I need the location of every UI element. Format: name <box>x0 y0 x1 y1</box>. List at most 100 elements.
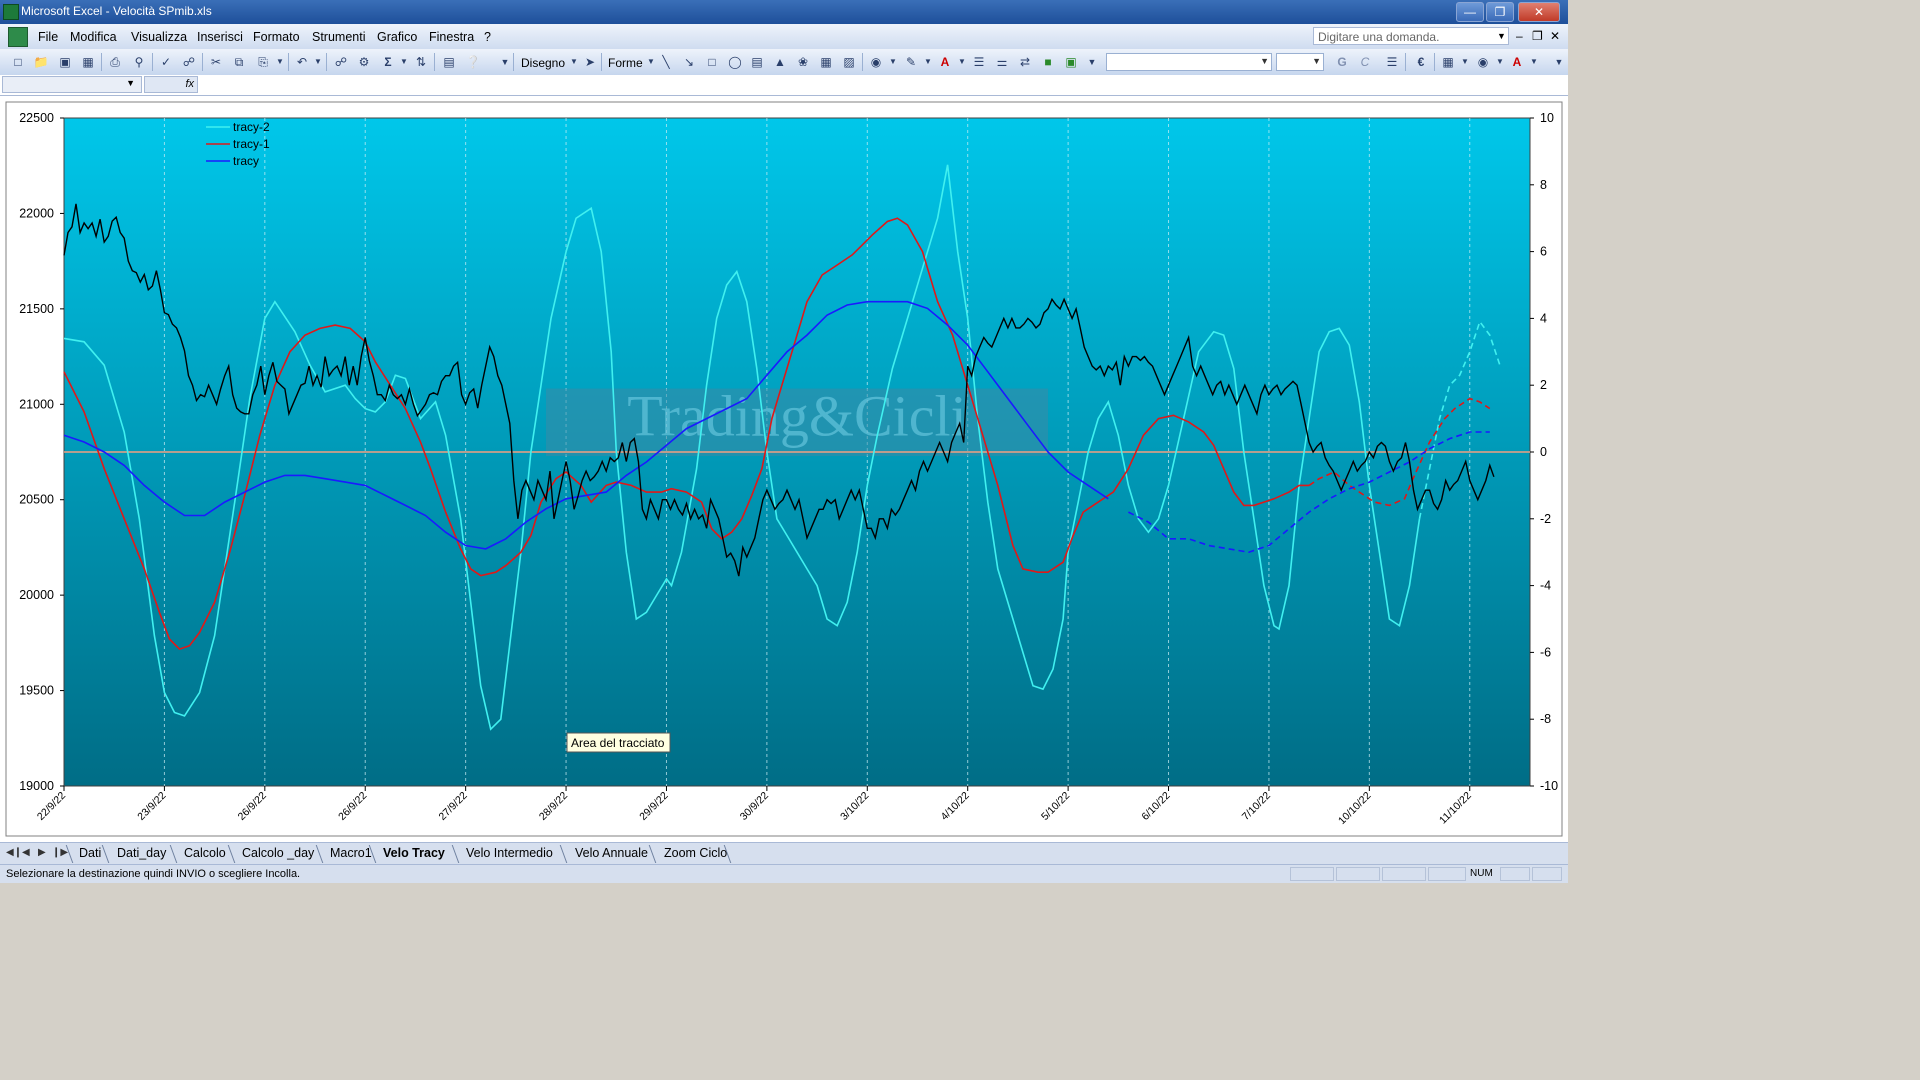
autoshapes-menu-button[interactable]: Forme <box>608 56 643 70</box>
borders-icon[interactable]: ▦ <box>1440 54 1456 70</box>
menu-finestra[interactable]: Finestra <box>429 30 474 44</box>
cell-fill-color-dropdown-icon[interactable]: ▼ <box>1492 54 1508 70</box>
sheet-tab-velo-tracy[interactable]: Velo Tracy <box>383 846 445 860</box>
print-preview-icon[interactable]: ⚲ <box>131 54 147 70</box>
menu-inserisci[interactable]: Inserisci <box>197 30 243 44</box>
undo-icon[interactable]: ↶ <box>294 54 310 70</box>
sort-icon[interactable]: ⇅ <box>413 54 429 70</box>
next-sheet-icon[interactable]: ▶ <box>38 847 46 858</box>
align-center-icon[interactable]: ☰ <box>1384 54 1400 70</box>
ask-dropdown-icon[interactable]: ▼ <box>1497 31 1506 41</box>
menu-visualizza[interactable]: Visualizza <box>131 30 187 44</box>
arrow-tool-icon[interactable]: ↘ <box>681 54 697 70</box>
y-left-tick-label: 19500 <box>19 684 54 698</box>
draw-font-color-icon[interactable]: A <box>937 54 953 70</box>
shapes-dropdown-icon[interactable]: ▼ <box>643 54 659 70</box>
picture-icon[interactable]: ▨ <box>841 54 857 70</box>
hyperlink-icon[interactable]: ☍ <box>333 54 349 70</box>
sheet-tab-dati[interactable]: Dati <box>79 846 101 860</box>
euro-button[interactable]: € <box>1413 54 1429 70</box>
paste-icon[interactable]: ⎘ <box>255 54 271 70</box>
sheet-tab-velo-intermedio[interactable]: Velo Intermedio <box>466 846 553 860</box>
line-tool-icon[interactable]: ╲ <box>658 54 674 70</box>
chart-icon[interactable]: ▤ <box>441 54 457 70</box>
line-style-icon[interactable]: ☰ <box>971 54 987 70</box>
diagram-icon[interactable]: ❀ <box>795 54 811 70</box>
menu-file[interactable]: File <box>38 30 58 44</box>
italic-button[interactable]: C <box>1357 54 1373 70</box>
insert-function-button[interactable]: fx <box>144 76 198 93</box>
oval-tool-icon[interactable]: ◯ <box>727 54 743 70</box>
print-icon[interactable]: ⎙ <box>107 54 123 70</box>
permission-icon[interactable]: ▦ <box>80 54 96 70</box>
line-color-dropdown-icon[interactable]: ▼ <box>920 54 936 70</box>
font-color-dropdown-icon[interactable]: ▼ <box>1526 54 1542 70</box>
rectangle-tool-icon[interactable]: □ <box>704 54 720 70</box>
sheet-tab-calcolo[interactable]: Calcolo <box>184 846 226 860</box>
legend-label: tracy <box>233 154 259 168</box>
dash-style-icon[interactable]: ⚌ <box>994 54 1010 70</box>
new-icon[interactable]: □ <box>10 54 26 70</box>
prev-sheet-icon[interactable]: ◀ <box>22 847 30 858</box>
research-icon[interactable]: ☍ <box>181 54 197 70</box>
maximize-button[interactable]: ❐ <box>1486 2 1514 22</box>
textbox-tool-icon[interactable]: ▤ <box>749 54 765 70</box>
menu-help[interactable]: ? <box>484 30 491 44</box>
font-size-combo[interactable]: ▼ <box>1276 53 1324 71</box>
font-name-combo[interactable]: ▼ <box>1106 53 1272 71</box>
help-icon[interactable]: ❔ <box>465 54 481 70</box>
wordart-icon[interactable]: ▲ <box>772 54 788 70</box>
menu-strumenti[interactable]: Strumenti <box>312 30 366 44</box>
menu-formato[interactable]: Formato <box>253 30 300 44</box>
shadow-style-icon[interactable]: ■ <box>1040 54 1056 70</box>
draw-dropdown-icon[interactable]: ▼ <box>566 54 582 70</box>
legend-label: tracy-2 <box>233 120 270 134</box>
doc-minimize-icon[interactable]: – <box>1516 29 1523 43</box>
chart-svg[interactable]: 22/9/22 23/9/22 26/9/22 26/9/22 27/9/22 28/9/… <box>0 96 1568 842</box>
bold-button[interactable]: G <box>1334 54 1350 70</box>
chart-sheet[interactable]: 22/9/22 23/9/22 26/9/22 26/9/22 27/9/22 28/9/… <box>0 96 1568 842</box>
draw-menu-button[interactable]: Disegno <box>521 56 565 70</box>
cell-fill-color-icon[interactable]: ◉ <box>1475 54 1491 70</box>
close-button[interactable]: ✕ <box>1518 2 1560 22</box>
select-objects-icon[interactable]: ➤ <box>582 54 598 70</box>
last-sheet-icon[interactable]: ❙▶ <box>52 847 68 858</box>
3d-style-icon[interactable]: ▣ <box>1063 54 1079 70</box>
paste-dropdown-icon[interactable]: ▼ <box>272 54 288 70</box>
doc-restore-icon[interactable]: ❐ <box>1532 29 1543 43</box>
clipart-icon[interactable]: ▦ <box>818 54 834 70</box>
line-color-icon[interactable]: ✎ <box>903 54 919 70</box>
autosum-dropdown-icon[interactable]: ▼ <box>396 54 412 70</box>
toolbar-options-icon[interactable]: ▼ <box>497 54 513 70</box>
first-sheet-icon[interactable]: ◀❙ <box>6 847 22 858</box>
name-box[interactable]: ▼ <box>2 76 142 93</box>
doc-close-icon[interactable]: ✕ <box>1550 29 1560 43</box>
format-toolbar-options-icon[interactable]: ▼ <box>1551 54 1567 70</box>
draw-font-color-dropdown-icon[interactable]: ▼ <box>954 54 970 70</box>
font-color-icon[interactable]: A <box>1509 54 1525 70</box>
menu-grafico[interactable]: Grafico <box>377 30 417 44</box>
autosum-icon[interactable]: Σ <box>380 54 396 70</box>
fill-color-icon[interactable]: ◉ <box>868 54 884 70</box>
sheet-tab-dati-day[interactable]: Dati_day <box>117 846 166 860</box>
open-icon[interactable]: 📁 <box>33 54 49 70</box>
copy-icon[interactable]: ⧉ <box>231 54 247 70</box>
sheet-tab-macro1[interactable]: Macro1 <box>330 846 372 860</box>
excel-app-icon[interactable] <box>3 4 19 20</box>
borders-dropdown-icon[interactable]: ▼ <box>1457 54 1473 70</box>
sheet-tab-velo-annuale[interactable]: Velo Annuale <box>575 846 648 860</box>
ask-question-input[interactable]: Digitare una domanda. <box>1313 27 1509 45</box>
workbook-icon[interactable] <box>8 27 28 47</box>
cut-icon[interactable]: ✂ <box>208 54 224 70</box>
arrow-style-icon[interactable]: ⇄ <box>1017 54 1033 70</box>
sheet-tab-zoom-ciclo[interactable]: Zoom Ciclo <box>664 846 727 860</box>
spelling-icon[interactable]: ✓ <box>158 54 174 70</box>
sheet-tab-calcolo-day[interactable]: Calcolo _day <box>242 846 314 860</box>
menu-modifica[interactable]: Modifica <box>70 30 117 44</box>
chart-wizard-icon[interactable]: ⚙ <box>356 54 372 70</box>
minimize-button[interactable]: — <box>1456 2 1484 22</box>
draw-toolbar-options-icon[interactable]: ▼ <box>1084 54 1100 70</box>
save-icon[interactable]: ▣ <box>57 54 73 70</box>
fill-color-dropdown-icon[interactable]: ▼ <box>885 54 901 70</box>
undo-dropdown-icon[interactable]: ▼ <box>310 54 326 70</box>
